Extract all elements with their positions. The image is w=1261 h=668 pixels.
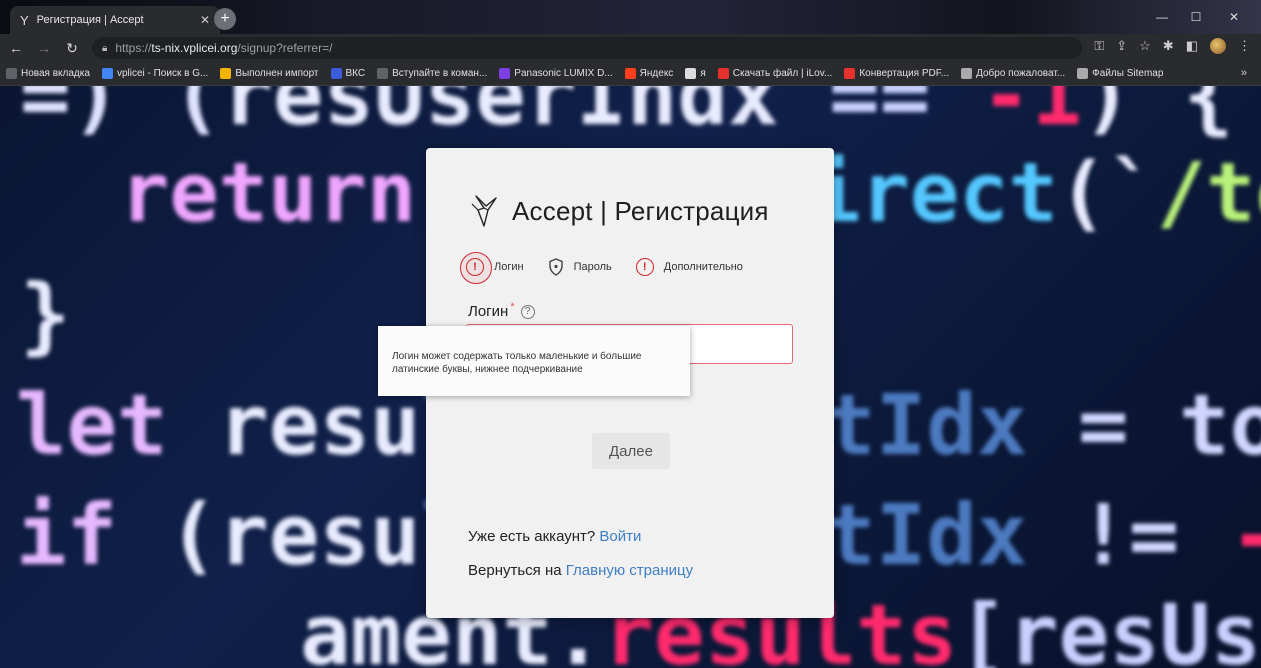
share-icon[interactable]: ⇪ — [1116, 38, 1127, 54]
bookmark-icon — [330, 68, 342, 79]
bookmark-icon — [101, 68, 113, 79]
step-label: Логин — [494, 261, 524, 273]
menu-kebab-icon[interactable]: ⋮ — [1238, 38, 1251, 54]
login-hint-tooltip: Логин может содержать только маленькие и… — [378, 326, 690, 396]
step-label: Дополнительно — [663, 261, 743, 273]
url-host: ts-nix.vplicei.org — [151, 41, 238, 55]
bookmark-item[interactable]: я — [685, 68, 706, 79]
bookmark-icon — [499, 68, 511, 79]
maximize-window-icon[interactable]: ☐ — [1182, 6, 1210, 28]
url-path: /signup?referrer=/ — [237, 41, 333, 55]
browser-tab-bar: Y Регистрация | Accept ✕ + — ☐ ✕ — [0, 0, 1261, 34]
bookmark-icon — [685, 68, 697, 79]
bookmark-item[interactable]: Вступайте в коман... — [377, 68, 487, 79]
bookmark-item[interactable]: Выполнен импорт — [220, 68, 319, 79]
bookmark-item[interactable]: vplicei - Поиск в G... — [101, 68, 208, 79]
bookmark-item[interactable]: Конвертация PDF... — [844, 68, 949, 79]
tab-title: Регистрация | Accept — [36, 14, 144, 26]
new-tab-button[interactable]: + — [214, 8, 236, 30]
background-decoration: =) (resUserIndx == -1) { — [20, 86, 1234, 144]
bookmark-icon — [220, 68, 232, 79]
step-additional[interactable]: ! Дополнительно — [635, 258, 743, 276]
star-icon[interactable]: ☆ — [1139, 38, 1151, 54]
help-question-icon[interactable]: ? — [520, 304, 535, 319]
url-prefix: https:// — [115, 41, 152, 55]
bookmark-icon — [961, 68, 973, 79]
browser-tab[interactable]: Y Регистрация | Accept ✕ — [10, 6, 220, 34]
have-account-line: Уже есть аккаунт? Войти — [468, 528, 642, 545]
error-circle-icon: ! — [635, 258, 654, 276]
tooltip-text: Логин может содержать только маленькие и… — [392, 351, 642, 375]
bookmark-item[interactable]: Panasonic LUMIX D... — [499, 68, 613, 79]
close-window-icon[interactable]: ✕ — [1220, 6, 1248, 28]
browser-toolbar: ← → ↻ 🔒︎ https://ts-nix.vplicei.org/sign… — [0, 34, 1261, 62]
error-circle-icon: ! — [460, 252, 492, 284]
brand-header: Accept | Регистрация — [470, 194, 769, 228]
lock-icon: 🔒︎ — [102, 42, 108, 54]
step-password[interactable]: Пароль — [548, 258, 612, 276]
key-icon[interactable]: ⚿ — [1094, 38, 1104, 54]
minimize-window-icon[interactable]: — — [1148, 6, 1176, 28]
login-link[interactable]: Войти — [599, 528, 641, 545]
bookmark-item[interactable]: Яндекс — [624, 68, 673, 79]
bookmark-item[interactable]: Добро пожаловат... — [961, 68, 1065, 79]
bookmark-icon — [717, 68, 729, 79]
bookmark-icon — [6, 68, 17, 79]
signup-steps: ! Логин Пароль ! Дополнительно — [460, 252, 767, 284]
close-tab-icon[interactable]: ✕ — [200, 13, 210, 27]
side-panel-icon[interactable]: ◧ — [1186, 38, 1198, 54]
bookmark-icon — [377, 68, 389, 79]
required-mark: * — [510, 300, 515, 313]
back-arrow-icon[interactable]: ← — [4, 40, 28, 56]
bookmark-icon — [624, 68, 636, 79]
next-button[interactable]: Далее — [592, 433, 670, 469]
bookmark-icon — [844, 68, 856, 79]
bookmark-item[interactable]: Файлы Sitemap — [1077, 68, 1163, 79]
address-bar[interactable]: 🔒︎ https://ts-nix.vplicei.org/signup?ref… — [92, 37, 1082, 59]
bookmark-item[interactable]: Новая вкладка — [6, 68, 90, 79]
login-field-label: Логин * ? — [468, 300, 535, 320]
bookmark-item[interactable]: ВКС — [330, 68, 365, 79]
bookmark-item[interactable]: Скачать файл | iLov... — [717, 68, 832, 79]
profile-avatar[interactable] — [1210, 38, 1226, 54]
bookmarks-bar: Новая вкладка vplicei - Поиск в G... Вып… — [0, 62, 1261, 86]
reload-icon[interactable]: ↻ — [60, 40, 84, 57]
shield-icon — [548, 258, 563, 276]
bookmark-icon — [1077, 68, 1089, 79]
accept-logo-icon — [471, 195, 497, 227]
step-login[interactable]: ! Логин — [460, 252, 524, 284]
forward-arrow-icon[interactable]: → — [32, 40, 56, 56]
home-page-link[interactable]: Главную страницу — [566, 562, 693, 579]
bookmarks-overflow-button[interactable]: » — [1241, 67, 1247, 79]
back-home-line: Вернуться на Главную страницу — [468, 562, 694, 579]
accept-favicon-icon: Y — [20, 12, 29, 28]
step-label: Пароль — [573, 261, 612, 273]
background-decoration: } — [20, 266, 71, 364]
extensions-puzzle-icon[interactable]: ✱ — [1163, 38, 1174, 54]
page-title: Accept | Регистрация — [512, 195, 769, 226]
